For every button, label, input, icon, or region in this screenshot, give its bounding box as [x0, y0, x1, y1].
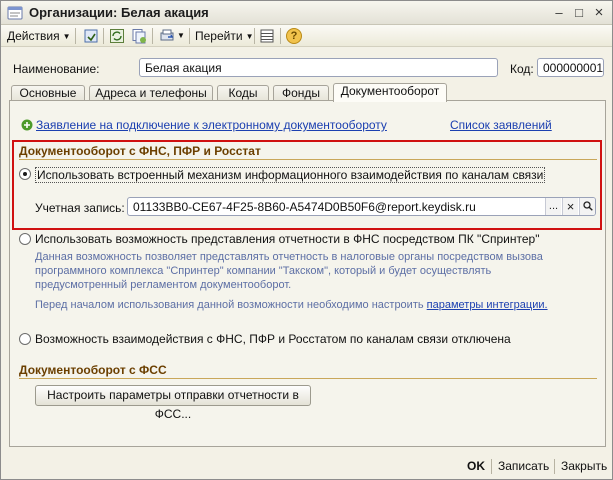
bottom-bar: OK Записать Закрыть: [1, 453, 612, 479]
name-field[interactable]: Белая акация: [139, 58, 498, 77]
toolbar-separator: [254, 28, 255, 44]
code-field[interactable]: 000000001: [537, 58, 604, 77]
sprinter-note: Перед началом использования данной возмо…: [35, 298, 548, 312]
option-disabled-label[interactable]: Возможность взаимодействия с ФНС, ПФР и …: [35, 332, 511, 346]
organization-form-icon: [7, 6, 23, 20]
name-label: Наименование:: [13, 62, 100, 76]
toolbar-separator: [103, 28, 104, 44]
integration-settings-link[interactable]: параметры интеграции.: [427, 299, 548, 311]
save-button[interactable]: Записать: [498, 459, 549, 473]
actions-menu-label: Действия: [7, 29, 60, 43]
goto-menu[interactable]: Перейти ▼: [195, 27, 253, 45]
copy-document-icon[interactable]: [131, 28, 147, 44]
help-icon[interactable]: ?: [286, 28, 302, 44]
bottom-separator: [491, 459, 492, 474]
requests-list-link[interactable]: Список заявлений: [450, 118, 552, 132]
actions-menu[interactable]: Действия ▼: [7, 27, 71, 45]
organization-window: Организации: Белая акация – □ × Действия…: [0, 0, 613, 480]
save-and-close-icon[interactable]: [83, 28, 99, 44]
section-divider: [19, 378, 597, 379]
close-button[interactable]: Закрыть: [561, 459, 607, 473]
sprinter-description-line: предусмотренный регламентом документообо…: [35, 279, 292, 291]
dropdown-arrow-icon: ▼: [62, 31, 71, 41]
fss-section-title: Документооборот с ФСС: [19, 363, 167, 377]
sprinter-description-line: Данная возможность позволяет представлят…: [35, 251, 543, 263]
sprinter-note-text: Перед началом использования данной возмо…: [35, 299, 424, 311]
toolbar: Действия ▼ ▼ Перейти ▼ ?: [1, 25, 612, 47]
connect-request-link[interactable]: Заявление на подключение к электронному …: [36, 118, 387, 132]
goto-menu-label: Перейти: [195, 29, 243, 43]
list-settings-icon[interactable]: [259, 28, 275, 44]
title-bar: Организации: Белая акация – □ ×: [1, 1, 612, 25]
add-icon: [21, 119, 33, 131]
window-title: Организации: Белая акация: [29, 5, 209, 20]
maximize-button[interactable]: □: [571, 5, 587, 21]
fss-settings-button[interactable]: Настроить параметры отправки отчетности …: [35, 385, 311, 421]
option-sprinter-label[interactable]: Использовать возможность представления о…: [35, 232, 539, 246]
minimize-button[interactable]: –: [551, 5, 567, 21]
refresh-icon[interactable]: [109, 28, 125, 44]
toolbar-separator: [189, 28, 190, 44]
highlight-frame: [12, 140, 602, 230]
option-disabled-radio[interactable]: [19, 333, 31, 345]
tab-docflow[interactable]: Документооборот: [333, 83, 447, 102]
sprinter-description-line: программного комплекса "Спринтер" компан…: [35, 265, 492, 277]
close-window-button[interactable]: ×: [591, 5, 607, 21]
dropdown-arrow-icon: ▼: [245, 31, 254, 41]
toolbar-separator: [152, 28, 153, 44]
toolbar-separator: [75, 28, 76, 44]
ok-button[interactable]: OK: [467, 459, 485, 473]
option-sprinter-radio[interactable]: [19, 233, 31, 245]
toolbar-separator: [280, 28, 281, 44]
code-label: Код:: [510, 62, 534, 76]
print-menu-icon[interactable]: [159, 28, 175, 44]
print-menu-arrow-icon[interactable]: ▼: [177, 27, 185, 45]
bottom-separator: [554, 459, 555, 474]
